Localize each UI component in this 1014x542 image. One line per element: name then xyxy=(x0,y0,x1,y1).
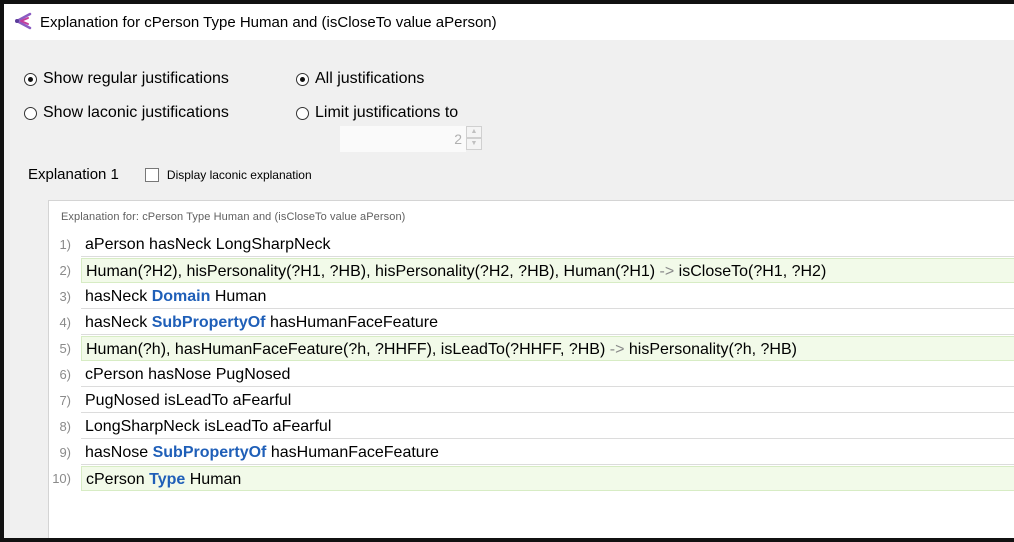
axiom-number: 4) xyxy=(59,314,71,330)
axiom-fragment: hasNeck xyxy=(85,287,152,305)
axiom-text: PugNosed isLeadTo aFearful xyxy=(81,388,1014,413)
axiom-text: aPerson hasNeck LongSharpNeck xyxy=(81,232,1014,257)
axiom-fragment: aPerson hasNeck LongSharpNeck xyxy=(85,235,331,253)
axiom-fragment: Human(?H2), hisPersonality(?H1, ?HB), hi… xyxy=(86,262,660,280)
axiom-row[interactable]: 2) Human(?H2), hisPersonality(?H1, ?HB), … xyxy=(49,257,1014,283)
axiom-text: LongSharpNeck isLeadTo aFearful xyxy=(81,414,1014,439)
axiom-list: 1) aPerson hasNeck LongSharpNeck 2) Human(?… xyxy=(49,231,1014,491)
spinner-down-icon[interactable]: ▼ xyxy=(466,138,482,150)
axiom-keyword: Domain xyxy=(151,287,211,305)
limit-justifications-radio[interactable]: Limit justifications to xyxy=(296,104,458,122)
radio-selected-indicator xyxy=(24,72,37,86)
axiom-number: 2) xyxy=(59,262,71,278)
axiom-text: cPerson hasNose PugNosed xyxy=(81,362,1014,387)
axiom-row[interactable]: 5) Human(?h), hasHumanFaceFeature(?h, ?HH… xyxy=(49,335,1014,361)
laconic-checkbox[interactable] xyxy=(144,167,159,182)
axiom-fragment: hasHumanFaceFeature xyxy=(266,443,439,461)
show-regular-radio[interactable]: Show regular justifications xyxy=(24,70,229,88)
axiom-number: 5) xyxy=(59,340,71,356)
window-title: Explanation for cPerson Type Human and (… xyxy=(40,13,497,31)
axiom-fragment: cPerson hasNose PugNosed xyxy=(85,365,291,383)
title-bar[interactable]: Explanation for cPerson Type Human and (… xyxy=(4,4,1014,40)
axiom-number: 1) xyxy=(59,236,71,252)
limit-spinner[interactable]: 2 ▲ ▼ xyxy=(340,126,484,152)
rule-arrow: -> xyxy=(659,262,675,280)
axiom-fragment: hasHumanFaceFeature xyxy=(265,313,439,331)
axiom-fragment: cPerson xyxy=(86,470,150,488)
all-justifications-label: All justifications xyxy=(315,70,425,87)
protege-icon xyxy=(12,11,34,33)
axiom-text: cPerson Type Human xyxy=(81,465,1014,491)
rule-arrow: -> xyxy=(609,340,625,358)
axiom-row[interactable]: 9) hasNose SubPropertyOf hasHumanFaceFeat… xyxy=(49,439,1014,465)
explanation-dialog: Explanation for cPerson Type Human and (… xyxy=(0,0,1014,542)
all-justifications-radio[interactable]: All justifications xyxy=(296,70,424,88)
axiom-fragment: hisPersonality(?h, ?HB) xyxy=(624,340,797,358)
explanation-panel: Explanation for: cPerson Type Human and … xyxy=(48,200,1014,538)
explanation-header: Explanation 1 Display laconic explanatio… xyxy=(28,166,312,183)
axiom-number: 10) xyxy=(52,470,71,486)
axiom-fragment: Human xyxy=(210,287,267,305)
axiom-row[interactable]: 4) hasNeck SubPropertyOf hasHumanFaceFeat… xyxy=(49,309,1014,335)
axiom-keyword: SubPropertyOf xyxy=(151,313,266,331)
axiom-text: hasNose SubPropertyOf hasHumanFaceFeatur… xyxy=(81,440,1014,465)
axiom-row[interactable]: 10) cPerson Type Human xyxy=(49,465,1014,491)
axiom-keyword: SubPropertyOf xyxy=(152,443,267,461)
axiom-fragment: hasNeck xyxy=(85,313,152,331)
axiom-row[interactable]: 8) LongSharpNeck isLeadTo aFearful xyxy=(49,413,1014,439)
axiom-fragment: PugNosed isLeadTo aFearful xyxy=(85,391,292,409)
explanation-label: Explanation 1 xyxy=(28,166,119,183)
axiom-number: 7) xyxy=(59,392,71,408)
axiom-keyword: Type xyxy=(149,470,186,488)
explanation-for-header: Explanation for: cPerson Type Human and … xyxy=(61,211,406,223)
axiom-row[interactable]: 1) aPerson hasNeck LongSharpNeck xyxy=(49,231,1014,257)
axiom-number: 9) xyxy=(59,444,71,460)
axiom-fragment: Human xyxy=(185,470,242,488)
show-regular-label: Show regular justifications xyxy=(43,70,229,87)
show-laconic-radio[interactable]: Show laconic justifications xyxy=(24,104,229,122)
radio-unselected-indicator xyxy=(24,106,37,120)
axiom-text: hasNeck SubPropertyOf hasHumanFaceFeatur… xyxy=(81,310,1014,335)
axiom-number: 3) xyxy=(59,288,71,304)
radio-unselected-indicator xyxy=(296,106,309,120)
axiom-number: 6) xyxy=(59,366,71,382)
axiom-fragment: Human(?h), hasHumanFaceFeature(?h, ?HHFF… xyxy=(86,340,610,358)
axiom-fragment: isCloseTo(?H1, ?H2) xyxy=(674,262,827,280)
axiom-fragment: hasNose xyxy=(85,443,153,461)
axiom-row[interactable]: 6) cPerson hasNose PugNosed xyxy=(49,361,1014,387)
spinner-up-icon[interactable]: ▲ xyxy=(466,126,482,138)
spinner-buttons: ▲ ▼ xyxy=(466,126,482,152)
axiom-row[interactable]: 3) hasNeck Domain Human xyxy=(49,283,1014,309)
radio-selected-indicator xyxy=(296,72,309,86)
axiom-row[interactable]: 7) PugNosed isLeadTo aFearful xyxy=(49,387,1014,413)
axiom-text: Human(?h), hasHumanFaceFeature(?h, ?HHFF… xyxy=(81,335,1014,361)
axiom-text: Human(?H2), hisPersonality(?H1, ?HB), hi… xyxy=(81,257,1014,283)
show-laconic-label: Show laconic justifications xyxy=(43,104,229,121)
limit-value[interactable]: 2 xyxy=(340,126,466,152)
limit-justifications-label: Limit justifications to xyxy=(315,104,459,121)
axiom-text: hasNeck Domain Human xyxy=(81,284,1014,309)
laconic-checkbox-label[interactable]: Display laconic explanation xyxy=(167,168,312,182)
axiom-number: 8) xyxy=(59,418,71,434)
axiom-fragment: LongSharpNeck isLeadTo aFearful xyxy=(85,417,332,435)
